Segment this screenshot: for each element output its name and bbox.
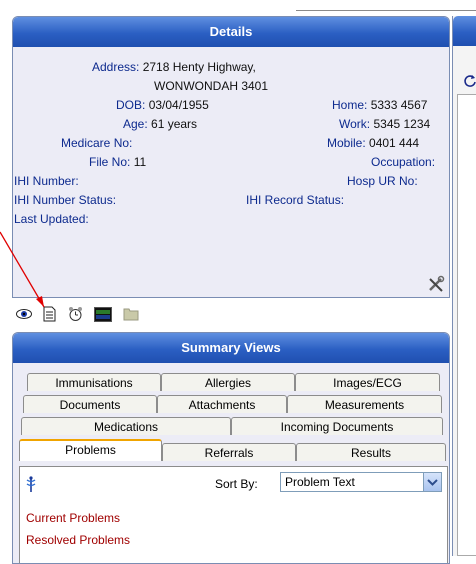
address-line1: 2718 Henty Highway, xyxy=(142,60,256,74)
right-panel-content xyxy=(457,94,476,556)
resolved-problems-link[interactable]: Resolved Problems xyxy=(26,533,130,547)
sort-by-select[interactable]: Problem Text xyxy=(280,472,442,492)
toolbar xyxy=(16,306,147,324)
caduceus-icon xyxy=(26,476,36,492)
window-edge xyxy=(296,0,476,11)
tab-documents[interactable]: Documents xyxy=(23,395,157,413)
ihi-status-row: IHI Number Status: xyxy=(14,193,117,207)
work-phone-row: Work: 5345 1234 xyxy=(339,117,431,131)
summary-views-panel: Summary Views Immunisations Allergies Im… xyxy=(12,332,450,564)
tab-referrals[interactable]: Referrals xyxy=(162,443,296,461)
tab-immunisations[interactable]: Immunisations xyxy=(27,373,161,391)
document-icon[interactable] xyxy=(43,306,56,325)
mobile-phone-row: Mobile: 0401 444 xyxy=(327,136,420,150)
file-row: File No: 11 xyxy=(89,155,147,169)
tab-attachments[interactable]: Attachments xyxy=(157,395,287,413)
tab-problems[interactable]: Problems xyxy=(19,439,162,461)
chevron-down-icon[interactable] xyxy=(423,473,441,491)
tab-medications[interactable]: Medications xyxy=(21,417,231,435)
last-updated-row: Last Updated: xyxy=(14,212,89,226)
current-problems-link[interactable]: Current Problems xyxy=(26,511,120,525)
ihi-record-row: IHI Record Status: xyxy=(246,193,345,207)
right-panel-header xyxy=(453,16,476,46)
tools-icon[interactable] xyxy=(427,275,445,293)
ihi-number-row: IHI Number: xyxy=(14,174,79,188)
problems-tab-content: Sort By: Problem Text Current Problems R… xyxy=(19,466,448,563)
sort-by-label: Sort By: xyxy=(215,477,258,491)
tab-allergies[interactable]: Allergies xyxy=(161,373,295,391)
home-phone-row: Home: 5333 4567 xyxy=(332,98,428,112)
sort-by-value: Problem Text xyxy=(285,475,355,489)
refresh-icon[interactable] xyxy=(463,74,476,88)
details-panel: Details Address: 2718 Henty Highway, WON… xyxy=(12,16,450,298)
alarm-clock-icon[interactable] xyxy=(68,306,83,325)
medicare-row: Medicare No: xyxy=(61,136,133,150)
folder-icon[interactable] xyxy=(123,307,139,324)
age-row: Age: 61 years xyxy=(123,117,198,131)
tab-images-ecg[interactable]: Images/ECG xyxy=(295,373,440,391)
details-header: Details xyxy=(13,17,449,47)
address-line2: WONWONDAH 3401 xyxy=(154,79,269,93)
address-row: Address: 2718 Henty Highway, xyxy=(92,60,256,74)
summary-views-header: Summary Views xyxy=(13,333,449,363)
monitor-icon[interactable] xyxy=(94,306,113,325)
tab-results[interactable]: Results xyxy=(296,443,446,461)
dob-row: DOB: 03/04/1955 xyxy=(116,98,209,112)
hosp-ur-row: Hosp UR No: xyxy=(347,174,418,188)
occupation-row: Occupation: xyxy=(371,155,436,169)
tab-measurements[interactable]: Measurements xyxy=(287,395,442,413)
tab-incoming-documents[interactable]: Incoming Documents xyxy=(231,417,443,435)
right-panel xyxy=(452,16,476,556)
eye-icon[interactable] xyxy=(16,308,32,323)
